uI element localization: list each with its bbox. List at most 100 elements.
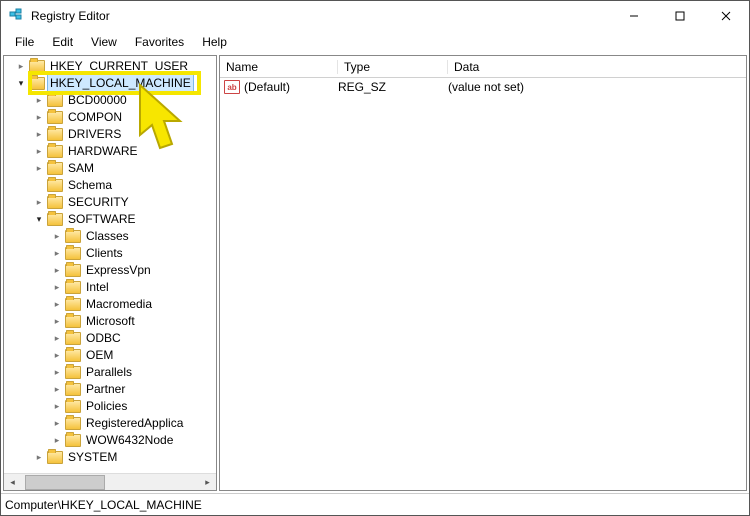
menu-file[interactable]: File [7,33,42,51]
app-icon [9,8,25,24]
tree-item[interactable]: Schema [6,177,216,194]
values-panel: Name Type Data ab(Default)REG_SZ(value n… [219,55,747,491]
tree-item-label: Schema [66,177,114,194]
status-path: Computer\HKEY_LOCAL_MACHINE [5,498,202,512]
chevron-right-icon[interactable] [50,381,64,398]
tree-panel: HKEY_CURRENT_USERHKEY_LOCAL_MACHINEBCD00… [3,55,217,491]
folder-icon [47,111,63,124]
tree-item[interactable]: HKEY_LOCAL_MACHINE [6,75,216,92]
tree-item-label: ExpressVpn [84,262,153,279]
folder-icon [65,247,81,260]
folder-icon [65,281,81,294]
chevron-right-icon[interactable] [50,296,64,313]
tree-item[interactable]: SOFTWARE [6,211,216,228]
folder-icon [29,60,45,73]
chevron-down-icon[interactable] [32,211,46,228]
menu-help[interactable]: Help [194,33,235,51]
tree-item-label: SOFTWARE [66,211,138,228]
content-area: HKEY_CURRENT_USERHKEY_LOCAL_MACHINEBCD00… [1,53,749,493]
tree-item[interactable]: Classes [6,228,216,245]
chevron-right-icon[interactable] [32,194,46,211]
values-header[interactable]: Name Type Data [220,56,746,78]
value-type: REG_SZ [338,80,448,94]
values-list[interactable]: ab(Default)REG_SZ(value not set) [220,78,746,490]
tree-item-label: SYSTEM [66,449,119,466]
tree-item[interactable]: COMPON [6,109,216,126]
tree-item-label: HKEY_CURRENT_USER [48,58,190,75]
column-type[interactable]: Type [338,60,448,74]
tree-item[interactable]: Clients [6,245,216,262]
chevron-right-icon[interactable] [50,347,64,364]
minimize-button[interactable] [611,1,657,31]
tree-item[interactable]: SAM [6,160,216,177]
column-data[interactable]: Data [448,60,746,74]
chevron-right-icon[interactable] [50,330,64,347]
chevron-right-icon[interactable] [32,160,46,177]
string-value-icon: ab [224,80,240,94]
folder-icon [47,213,63,226]
close-button[interactable] [703,1,749,31]
tree-item[interactable]: HKEY_CURRENT_USER [6,58,216,75]
folder-icon [65,298,81,311]
chevron-right-icon[interactable] [50,415,64,432]
column-name[interactable]: Name [220,60,338,74]
chevron-right-icon[interactable] [14,58,28,75]
scroll-thumb[interactable] [25,475,105,490]
chevron-right-icon[interactable] [50,313,64,330]
chevron-down-icon[interactable] [14,75,28,92]
title-bar[interactable]: Registry Editor [1,1,749,31]
folder-icon [47,145,63,158]
chevron-right-icon[interactable] [50,364,64,381]
chevron-right-icon[interactable] [50,432,64,449]
tree-item[interactable]: WOW6432Node [6,432,216,449]
chevron-right-icon[interactable] [32,109,46,126]
folder-icon [47,128,63,141]
tree-item[interactable]: HARDWARE [6,143,216,160]
chevron-right-icon[interactable] [32,126,46,143]
chevron-right-icon[interactable] [50,398,64,415]
tree-item-label: DRIVERS [66,126,123,143]
folder-icon [29,77,45,90]
maximize-button[interactable] [657,1,703,31]
folder-icon [47,179,63,192]
folder-icon [65,230,81,243]
chevron-right-icon[interactable] [32,92,46,109]
tree-item-label: WOW6432Node [84,432,175,449]
tree-item[interactable]: Intel [6,279,216,296]
tree-item[interactable]: RegisteredApplica [6,415,216,432]
folder-icon [65,400,81,413]
chevron-right-icon[interactable] [32,143,46,160]
tree-item-label: Intel [84,279,111,296]
tree-item[interactable]: ODBC [6,330,216,347]
tree-item[interactable]: Microsoft [6,313,216,330]
chevron-right-icon[interactable] [50,262,64,279]
tree-item[interactable]: BCD00000 [6,92,216,109]
registry-tree[interactable]: HKEY_CURRENT_USERHKEY_LOCAL_MACHINEBCD00… [4,56,216,468]
tree-item-label: RegisteredApplica [84,415,185,432]
tree-item[interactable]: OEM [6,347,216,364]
chevron-right-icon[interactable] [32,449,46,466]
tree-item[interactable]: SECURITY [6,194,216,211]
chevron-right-icon[interactable] [50,245,64,262]
value-row[interactable]: ab(Default)REG_SZ(value not set) [220,78,746,96]
menu-view[interactable]: View [83,33,125,51]
tree-item[interactable]: Policies [6,398,216,415]
menu-edit[interactable]: Edit [44,33,81,51]
chevron-right-icon[interactable] [50,279,64,296]
menu-favorites[interactable]: Favorites [127,33,192,51]
tree-item[interactable]: DRIVERS [6,126,216,143]
tree-item[interactable]: SYSTEM [6,449,216,466]
tree-item[interactable]: Partner [6,381,216,398]
tree-item[interactable]: Macromedia [6,296,216,313]
tree-item[interactable]: Parallels [6,364,216,381]
scroll-right-icon[interactable]: ▸ [199,474,216,491]
value-name: (Default) [244,80,338,94]
tree-item-label: Partner [84,381,127,398]
tree-item[interactable]: ExpressVpn [6,262,216,279]
chevron-right-icon[interactable] [50,228,64,245]
tree-item-label: BCD00000 [66,92,129,109]
horizontal-scrollbar[interactable]: ◂ ▸ [4,473,216,490]
tree-item-label: HKEY_LOCAL_MACHINE [48,75,193,92]
tree-item-label: COMPON [66,109,124,126]
scroll-left-icon[interactable]: ◂ [4,474,21,491]
